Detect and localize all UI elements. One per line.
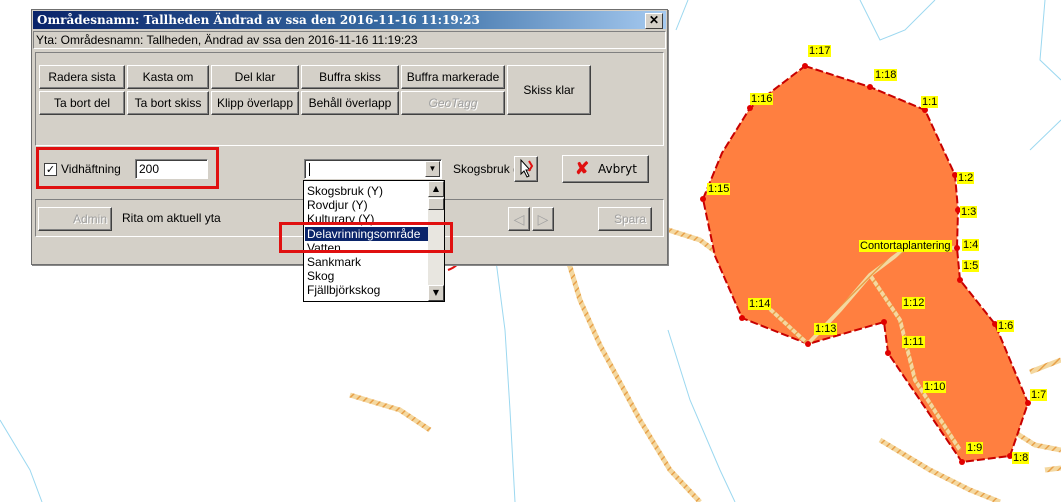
buffra-skiss-button[interactable]: Buffra skiss (301, 65, 399, 89)
dialog-title: Områdesnamn: Tallheden Ändrad av ssa den… (37, 13, 480, 27)
behall-overlapp-button[interactable]: Behåll överlapp (301, 91, 399, 115)
vertex-label: 1:15 (707, 183, 731, 195)
admin-button[interactable]: Admin (38, 207, 112, 231)
vertex-label: 1:14 (748, 298, 772, 310)
dialog-titlebar[interactable]: Områdesnamn: Tallheden Ändrad av ssa den… (33, 11, 666, 29)
geotagg-button[interactable]: GeoTagg (401, 91, 505, 115)
dropdown-option[interactable]: Rovdjur (Y) (305, 198, 429, 212)
highlight-vidhaftning (36, 147, 219, 189)
dropdown-option[interactable]: Skogsbruk (Y) (305, 184, 429, 198)
radera-sista-button[interactable]: Radera sista (39, 65, 125, 89)
dropdown-option[interactable]: Skog (305, 269, 429, 283)
buffra-markerade-button[interactable]: Buffra markerade (401, 65, 505, 89)
vertex-label: 1:1 (921, 96, 939, 108)
status-text: Rita om aktuell yta (122, 211, 221, 225)
ta-bort-skiss-button[interactable]: Ta bort skiss (127, 91, 209, 115)
vertex-label: 1:12 (902, 297, 926, 309)
vertex-label: 1:9 (966, 442, 984, 454)
prev-arrow-button[interactable]: ◁ (508, 207, 530, 231)
spara-button[interactable]: Spara (598, 207, 652, 231)
polygon-label: Contortaplantering (859, 240, 952, 252)
dropdown-option[interactable]: Fjällbjörkskog (305, 283, 429, 297)
klipp-overlapp-button[interactable]: Klipp överlapp (211, 91, 299, 115)
next-arrow-button[interactable]: ▷ (532, 207, 554, 231)
avbryt-label: Avbryt (598, 162, 637, 176)
area-subtitle: Yta: Områdesnamn: Tallheden, Ändrad av s… (33, 31, 666, 49)
vertex-label: 1:18 (874, 69, 898, 81)
del-klar-button[interactable]: Del klar (211, 65, 299, 89)
kasta-om-button[interactable]: Kasta om (127, 65, 209, 89)
vertex-label: 1:17 (808, 45, 832, 57)
vertex-label: 1:3 (960, 206, 978, 218)
skiss-klar-button[interactable]: Skiss klar (507, 65, 591, 115)
avbryt-button[interactable]: ✘ Avbryt (562, 155, 649, 183)
dropdown-option[interactable]: Sankmark (305, 255, 429, 269)
type-select[interactable]: ▼ (304, 159, 442, 179)
vertex-label: 1:2 (957, 172, 975, 184)
pointer-icon (520, 158, 534, 178)
scroll-up-icon[interactable]: ▲ (428, 181, 444, 197)
chevron-down-icon[interactable]: ▼ (425, 161, 440, 177)
vertex-label: 1:7 (1030, 389, 1048, 401)
vertex-label: 1:10 (923, 381, 947, 393)
vertex-label: 1:11 (902, 336, 925, 348)
vertex-label: 1:16 (750, 93, 774, 105)
vertex-label: 1:5 (962, 260, 980, 272)
skogsbruk-pick-button[interactable] (514, 156, 538, 182)
cursor-caret (309, 163, 310, 176)
vertex-label: 1:6 (997, 320, 1015, 332)
ta-bort-del-button[interactable]: Ta bort del (39, 91, 125, 115)
vertex-label: 1:8 (1012, 452, 1030, 464)
scroll-down-icon[interactable]: ▼ (428, 285, 444, 301)
vertex-label: 1:13 (814, 323, 838, 335)
close-button[interactable]: ✕ (645, 13, 663, 29)
sketch-toolbar: Radera sista Kasta om Del klar Buffra sk… (35, 52, 664, 146)
highlight-delavrinning (279, 222, 453, 253)
vertex-label: 1:4 (962, 239, 980, 251)
scroll-thumb[interactable] (428, 198, 444, 210)
cancel-x-icon: ✘ (575, 159, 590, 178)
